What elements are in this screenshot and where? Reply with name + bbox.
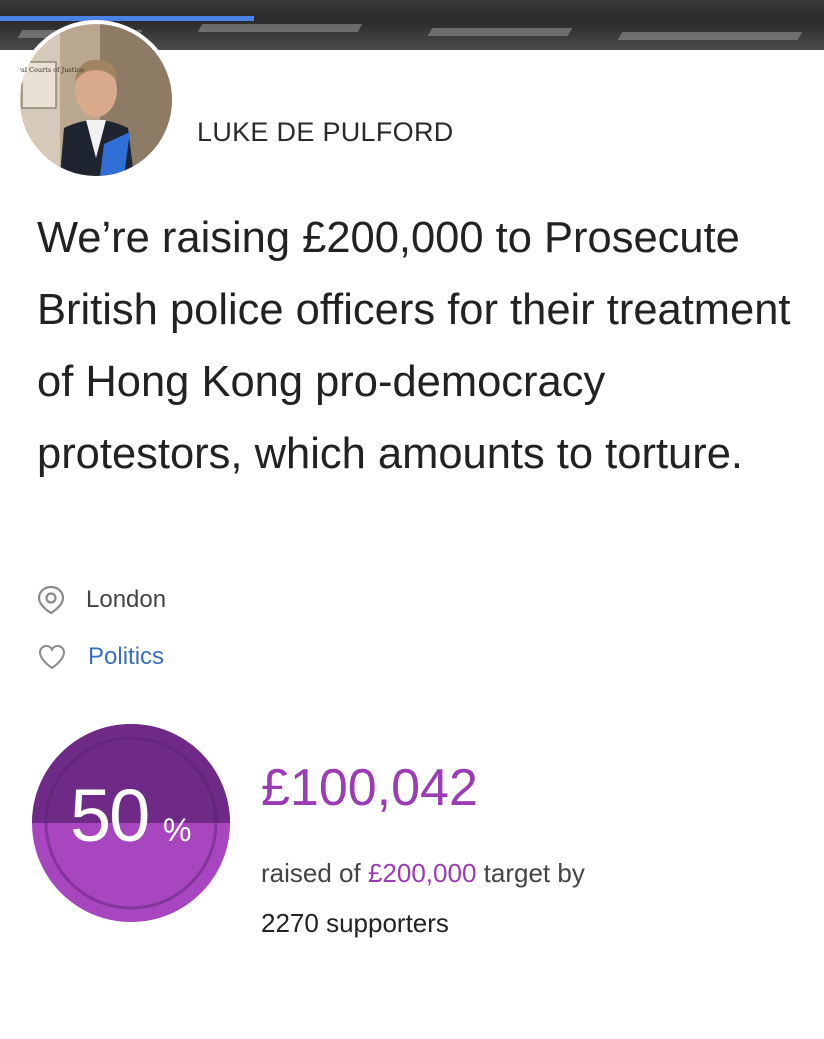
banner-stone-detail (427, 28, 573, 36)
location-pin-icon (37, 585, 65, 615)
target-amount: £200,000 (367, 858, 477, 888)
heart-icon (38, 644, 66, 670)
amount-raised: £100,042 (261, 759, 478, 817)
campaign-headline: We’re raising £200,000 to Prosecute Brit… (37, 214, 791, 478)
supporters-summary[interactable]: 2270 supporters (261, 908, 449, 939)
raised-prefix: raised of (261, 858, 361, 888)
category-row[interactable]: Politics (37, 642, 164, 672)
owner-name[interactable]: LUKE DE PULFORD (197, 117, 454, 148)
percent-funded-value: 50 (70, 774, 150, 857)
percent-sign: % (163, 812, 192, 848)
banner-stone-detail (197, 24, 363, 32)
supporters-label: supporters (326, 908, 449, 938)
location-row: London (37, 585, 166, 615)
category-link[interactable]: Politics (88, 643, 164, 671)
supporters-count: 2270 (261, 908, 319, 938)
raised-summary: raised of £200,000 target by (261, 858, 585, 889)
banner-stone-detail (617, 32, 803, 40)
target-suffix: target by (483, 858, 585, 888)
location-label: London (86, 586, 167, 613)
owner-avatar[interactable]: The Royal Courts of Justice (18, 22, 174, 178)
avatar-sign-text: The Royal Courts of Justice (20, 66, 84, 74)
page-load-progress-bar (0, 16, 254, 21)
